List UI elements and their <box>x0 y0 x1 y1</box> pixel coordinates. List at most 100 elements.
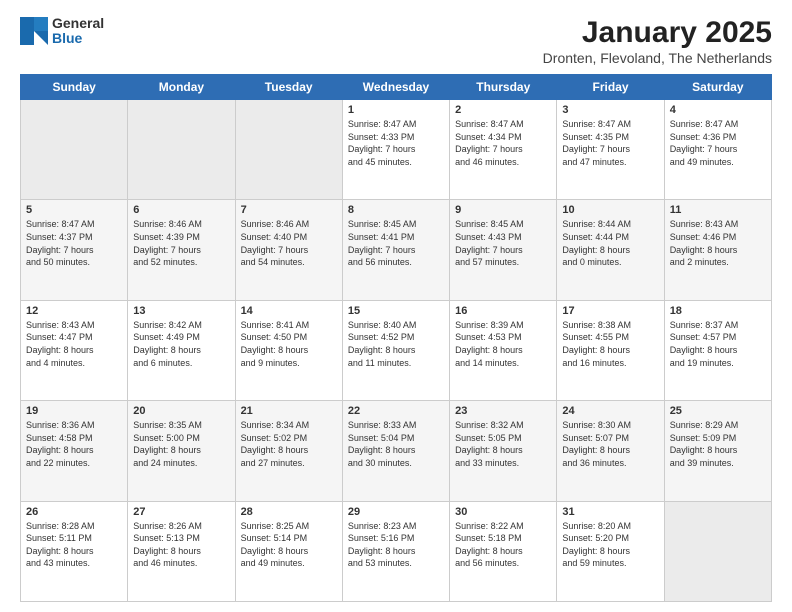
calendar-cell: 20Sunrise: 8:35 AM Sunset: 5:00 PM Dayli… <box>128 401 235 501</box>
calendar-cell: 28Sunrise: 8:25 AM Sunset: 5:14 PM Dayli… <box>235 501 342 601</box>
calendar-cell: 3 Sunrise: 8:47 AM Sunset: 4:35 PM Daylig… <box>557 100 664 200</box>
day-info: Sunrise: 8:39 AM Sunset: 4:53 PM Dayligh… <box>455 319 551 369</box>
weekday-header-sunday: Sunday <box>21 75 128 100</box>
day-info: Sunrise: 8:23 AM Sunset: 5:16 PM Dayligh… <box>348 520 444 570</box>
day-number: 27 <box>133 506 229 518</box>
logo-blue: Blue <box>52 31 104 46</box>
calendar-cell: 6 Sunrise: 8:46 AM Sunset: 4:39 PM Daylig… <box>128 200 235 300</box>
day-info: Sunrise: 8:29 AM Sunset: 5:09 PM Dayligh… <box>670 419 766 469</box>
week-row-3: 12 Sunrise: 8:43 AM Sunset: 4:47 PM Dayli… <box>21 300 772 400</box>
day-number: 15 <box>348 305 444 317</box>
day-number: 23 <box>455 405 551 417</box>
day-info: Sunrise: 8:38 AM Sunset: 4:55 PM Dayligh… <box>562 319 658 369</box>
logo-general: General <box>52 16 104 31</box>
calendar-cell: 27 Sunrise: 8:26 AM Sunset: 5:13 PM Dayli… <box>128 501 235 601</box>
day-info: Sunrise: 8:32 AM Sunset: 5:05 PM Dayligh… <box>455 419 551 469</box>
day-number: 14 <box>241 305 337 317</box>
day-info: Sunrise: 8:33 AM Sunset: 5:04 PM Dayligh… <box>348 419 444 469</box>
weekday-header-tuesday: Tuesday <box>235 75 342 100</box>
calendar-cell: 9 Sunrise: 8:45 AM Sunset: 4:43 PM Daylig… <box>450 200 557 300</box>
day-number: 16 <box>455 305 551 317</box>
day-number: 21 <box>241 405 337 417</box>
day-info: Sunrise: 8:41 AM Sunset: 4:50 PM Dayligh… <box>241 319 337 369</box>
day-info: Sunrise: 8:47 AM Sunset: 4:37 PM Dayligh… <box>26 218 122 268</box>
calendar-cell: 22Sunrise: 8:33 AM Sunset: 5:04 PM Dayli… <box>342 401 449 501</box>
day-info: Sunrise: 8:47 AM Sunset: 4:35 PM Dayligh… <box>562 118 658 168</box>
logo-text: General Blue <box>52 16 104 47</box>
weekday-header-thursday: Thursday <box>450 75 557 100</box>
day-number: 29 <box>348 506 444 518</box>
day-info: Sunrise: 8:25 AM Sunset: 5:14 PM Dayligh… <box>241 520 337 570</box>
week-row-2: 5 Sunrise: 8:47 AM Sunset: 4:37 PM Daylig… <box>21 200 772 300</box>
calendar-cell: 30 Sunrise: 8:22 AM Sunset: 5:18 PM Dayli… <box>450 501 557 601</box>
day-info: Sunrise: 8:22 AM Sunset: 5:18 PM Dayligh… <box>455 520 551 570</box>
calendar-cell <box>128 100 235 200</box>
day-number: 1 <box>348 104 444 116</box>
day-info: Sunrise: 8:45 AM Sunset: 4:41 PM Dayligh… <box>348 218 444 268</box>
calendar-cell: 17 Sunrise: 8:38 AM Sunset: 4:55 PM Dayli… <box>557 300 664 400</box>
calendar-cell: 5 Sunrise: 8:47 AM Sunset: 4:37 PM Daylig… <box>21 200 128 300</box>
day-number: 18 <box>670 305 766 317</box>
day-info: Sunrise: 8:20 AM Sunset: 5:20 PM Dayligh… <box>562 520 658 570</box>
day-number: 7 <box>241 204 337 216</box>
calendar-cell: 26 Sunrise: 8:28 AM Sunset: 5:11 PM Dayli… <box>21 501 128 601</box>
calendar: SundayMondayTuesdayWednesdayThursdayFrid… <box>20 74 772 602</box>
day-info: Sunrise: 8:28 AM Sunset: 5:11 PM Dayligh… <box>26 520 122 570</box>
header: General Blue January 2025 Dronten, Flevo… <box>20 16 772 66</box>
calendar-cell: 24 Sunrise: 8:30 AM Sunset: 5:07 PM Dayli… <box>557 401 664 501</box>
day-number: 3 <box>562 104 658 116</box>
calendar-cell: 15 Sunrise: 8:40 AM Sunset: 4:52 PM Dayli… <box>342 300 449 400</box>
day-number: 6 <box>133 204 229 216</box>
calendar-cell: 23 Sunrise: 8:32 AM Sunset: 5:05 PM Dayli… <box>450 401 557 501</box>
calendar-cell <box>664 501 771 601</box>
day-info: Sunrise: 8:46 AM Sunset: 4:39 PM Dayligh… <box>133 218 229 268</box>
day-number: 25 <box>670 405 766 417</box>
day-info: Sunrise: 8:47 AM Sunset: 4:36 PM Dayligh… <box>670 118 766 168</box>
week-row-1: 1Sunrise: 8:47 AM Sunset: 4:33 PM Daylig… <box>21 100 772 200</box>
day-number: 30 <box>455 506 551 518</box>
calendar-cell: 7 Sunrise: 8:46 AM Sunset: 4:40 PM Daylig… <box>235 200 342 300</box>
day-number: 9 <box>455 204 551 216</box>
calendar-cell: 14 Sunrise: 8:41 AM Sunset: 4:50 PM Dayli… <box>235 300 342 400</box>
day-info: Sunrise: 8:42 AM Sunset: 4:49 PM Dayligh… <box>133 319 229 369</box>
day-info: Sunrise: 8:46 AM Sunset: 4:40 PM Dayligh… <box>241 218 337 268</box>
day-info: Sunrise: 8:30 AM Sunset: 5:07 PM Dayligh… <box>562 419 658 469</box>
day-info: Sunrise: 8:47 AM Sunset: 4:34 PM Dayligh… <box>455 118 551 168</box>
day-number: 10 <box>562 204 658 216</box>
calendar-cell: 10Sunrise: 8:44 AM Sunset: 4:44 PM Dayli… <box>557 200 664 300</box>
day-number: 31 <box>562 506 658 518</box>
calendar-cell: 8Sunrise: 8:45 AM Sunset: 4:41 PM Daylig… <box>342 200 449 300</box>
calendar-cell: 4 Sunrise: 8:47 AM Sunset: 4:36 PM Daylig… <box>664 100 771 200</box>
weekday-header-monday: Monday <box>128 75 235 100</box>
calendar-cell: 29 Sunrise: 8:23 AM Sunset: 5:16 PM Dayli… <box>342 501 449 601</box>
day-info: Sunrise: 8:26 AM Sunset: 5:13 PM Dayligh… <box>133 520 229 570</box>
calendar-cell: 18Sunrise: 8:37 AM Sunset: 4:57 PM Dayli… <box>664 300 771 400</box>
day-info: Sunrise: 8:34 AM Sunset: 5:02 PM Dayligh… <box>241 419 337 469</box>
day-info: Sunrise: 8:45 AM Sunset: 4:43 PM Dayligh… <box>455 218 551 268</box>
location: Dronten, Flevoland, The Netherlands <box>543 50 772 66</box>
calendar-cell: 16 Sunrise: 8:39 AM Sunset: 4:53 PM Dayli… <box>450 300 557 400</box>
day-number: 11 <box>670 204 766 216</box>
day-number: 19 <box>26 405 122 417</box>
logo-icon <box>20 17 48 45</box>
weekday-header-row: SundayMondayTuesdayWednesdayThursdayFrid… <box>21 75 772 100</box>
day-number: 17 <box>562 305 658 317</box>
week-row-4: 19 Sunrise: 8:36 AM Sunset: 4:58 PM Dayli… <box>21 401 772 501</box>
calendar-cell: 19 Sunrise: 8:36 AM Sunset: 4:58 PM Dayli… <box>21 401 128 501</box>
title-block: January 2025 Dronten, Flevoland, The Net… <box>543 16 772 66</box>
day-info: Sunrise: 8:40 AM Sunset: 4:52 PM Dayligh… <box>348 319 444 369</box>
calendar-cell: 2Sunrise: 8:47 AM Sunset: 4:34 PM Daylig… <box>450 100 557 200</box>
day-number: 12 <box>26 305 122 317</box>
calendar-cell: 21 Sunrise: 8:34 AM Sunset: 5:02 PM Dayli… <box>235 401 342 501</box>
day-number: 5 <box>26 204 122 216</box>
calendar-cell <box>21 100 128 200</box>
calendar-cell: 11Sunrise: 8:43 AM Sunset: 4:46 PM Dayli… <box>664 200 771 300</box>
day-number: 20 <box>133 405 229 417</box>
logo: General Blue <box>20 16 104 47</box>
day-info: Sunrise: 8:36 AM Sunset: 4:58 PM Dayligh… <box>26 419 122 469</box>
day-number: 4 <box>670 104 766 116</box>
day-number: 26 <box>26 506 122 518</box>
calendar-cell: 1Sunrise: 8:47 AM Sunset: 4:33 PM Daylig… <box>342 100 449 200</box>
day-number: 24 <box>562 405 658 417</box>
day-info: Sunrise: 8:43 AM Sunset: 4:47 PM Dayligh… <box>26 319 122 369</box>
